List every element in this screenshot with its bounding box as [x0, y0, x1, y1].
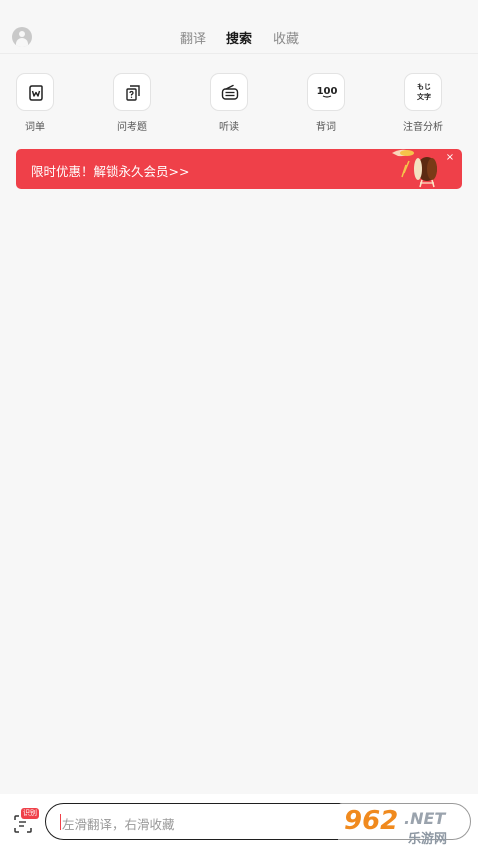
- site-watermark-logo: 962 .NET 乐游网: [338, 803, 474, 847]
- shortcut-furigana-analysis[interactable]: もじ 文字 注音分析: [393, 73, 453, 133]
- shortcut-label: 听读: [219, 122, 239, 133]
- furigana-kana-text: もじ: [417, 83, 431, 91]
- tab-favorites[interactable]: 收藏: [273, 28, 299, 47]
- promo-banner[interactable]: 限时优惠！解锁永久会员>> ×: [16, 149, 462, 189]
- tab-translate[interactable]: 翻译: [180, 28, 206, 47]
- shortcut-label: 问考题: [117, 122, 147, 133]
- text-caret: [60, 814, 61, 830]
- svg-text:962: 962: [344, 806, 398, 836]
- shortcut-listen-read[interactable]: 听读: [199, 73, 259, 133]
- top-tabs: 翻译 搜索 收藏: [0, 28, 478, 48]
- promo-text: 限时优惠！解锁永久会员>>: [31, 164, 190, 179]
- promo-close-icon[interactable]: ×: [444, 152, 456, 164]
- shortcut-memorize-words[interactable]: 100 背词: [296, 73, 356, 133]
- tab-search[interactable]: 搜索: [226, 28, 252, 47]
- shortcut-label: 词单: [25, 122, 45, 133]
- radio-icon: [210, 73, 248, 111]
- svg-text:.NET: .NET: [404, 809, 446, 828]
- top-header: 翻译 搜索 收藏: [0, 0, 478, 54]
- shortcut-exam-question[interactable]: 问考题: [102, 73, 162, 133]
- shortcut-wordlist[interactable]: 词单: [5, 73, 65, 133]
- svg-text:乐游网: 乐游网: [408, 831, 447, 847]
- hundred-words-icon: 100: [307, 73, 345, 111]
- furigana-icon: もじ 文字: [404, 73, 442, 111]
- shortcut-label: 注音分析: [403, 122, 443, 133]
- search-input-placeholder: 左滑翻译，右滑收藏: [62, 817, 175, 832]
- shortcut-label: 背词: [316, 122, 336, 133]
- recognize-badge: 识别: [21, 808, 39, 819]
- wordlist-icon: [16, 73, 54, 111]
- furigana-kanji-text: 文字: [417, 93, 431, 101]
- exam-question-icon: [113, 73, 151, 111]
